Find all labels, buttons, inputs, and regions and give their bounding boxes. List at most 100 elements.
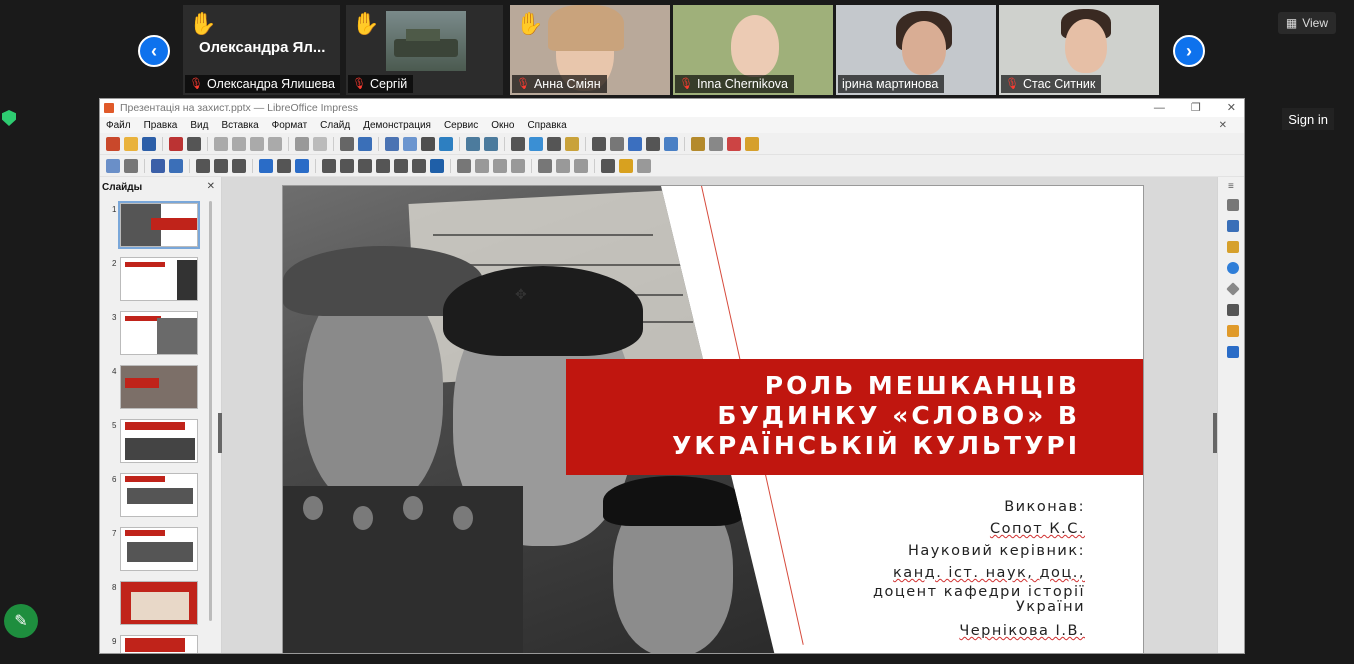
- toggle-extrusion-icon[interactable]: [637, 158, 651, 173]
- select-icon[interactable]: [106, 158, 120, 173]
- master-slides-icon[interactable]: [1227, 304, 1239, 316]
- shapes-icon[interactable]: [1226, 282, 1240, 296]
- sidebar-menu-icon[interactable]: ≡: [1228, 181, 1234, 192]
- distribute-icon[interactable]: [511, 158, 525, 173]
- slide-transition-icon[interactable]: [1227, 346, 1239, 358]
- sign-in-button[interactable]: Sign in: [1282, 108, 1334, 130]
- shadow-icon[interactable]: [538, 158, 552, 173]
- slide-thumbnail[interactable]: 1: [106, 201, 200, 249]
- basic-shapes-icon[interactable]: [322, 158, 336, 173]
- slide-layout-icon[interactable]: [745, 136, 759, 151]
- slide-thumbnail[interactable]: 2: [106, 257, 198, 303]
- fontwork-icon[interactable]: [628, 136, 642, 151]
- navigator-icon[interactable]: [1227, 262, 1239, 274]
- author-info-textbox[interactable]: Виконав: Сопот К.С. Науковий керівник: к…: [873, 496, 1085, 642]
- next-page-button[interactable]: ›: [1173, 35, 1205, 67]
- menu-tools[interactable]: Сервис: [444, 120, 478, 131]
- clone-formatting-icon[interactable]: [268, 136, 282, 151]
- special-character-icon[interactable]: [610, 136, 624, 151]
- close-document-icon[interactable]: ✕: [1219, 120, 1227, 131]
- new-icon[interactable]: [106, 136, 120, 151]
- start-current-slide-icon[interactable]: [484, 136, 498, 151]
- slide-thumbnail[interactable]: 9: [106, 635, 198, 653]
- crop-icon[interactable]: [556, 158, 570, 173]
- participant-tile[interactable]: 🎙︎ Inna Chernikova: [673, 5, 833, 95]
- maximize-icon[interactable]: ❐: [1191, 99, 1201, 117]
- export-pdf-icon[interactable]: [169, 136, 183, 151]
- media-icon[interactable]: [547, 136, 561, 151]
- align-icon[interactable]: [475, 158, 489, 173]
- save-icon[interactable]: [142, 136, 156, 151]
- show-draw-functions-icon[interactable]: [664, 136, 678, 151]
- duplicate-slide-icon[interactable]: [709, 136, 723, 151]
- image-icon[interactable]: [529, 136, 543, 151]
- fill-color-icon[interactable]: [169, 158, 183, 173]
- previous-page-button[interactable]: ‹: [138, 35, 170, 67]
- grid-display-icon[interactable]: [385, 136, 399, 151]
- print-icon[interactable]: [187, 136, 201, 151]
- properties-icon[interactable]: [1227, 199, 1239, 211]
- master-slide-icon[interactable]: [439, 136, 453, 151]
- gallery-icon[interactable]: [1227, 241, 1239, 253]
- block-arrows-icon[interactable]: [358, 158, 372, 173]
- helplines-icon[interactable]: [403, 136, 417, 151]
- line-color-icon[interactable]: [151, 158, 165, 173]
- rectangle-icon[interactable]: [214, 158, 228, 173]
- find-replace-icon[interactable]: [340, 136, 354, 151]
- new-slide-icon[interactable]: [691, 136, 705, 151]
- filter-icon[interactable]: [574, 158, 588, 173]
- participant-tile[interactable]: ✋ Олександра Ял... 🎙︎ Олександра Ялишева: [183, 5, 340, 95]
- glue-points-icon[interactable]: [619, 158, 633, 173]
- textbox-icon[interactable]: [592, 136, 606, 151]
- minimize-icon[interactable]: —: [1154, 99, 1165, 117]
- line-icon[interactable]: [196, 158, 210, 173]
- menu-slide[interactable]: Слайд: [320, 120, 350, 131]
- slide-thumbnail[interactable]: 5: [106, 419, 198, 465]
- hyperlink-icon[interactable]: [646, 136, 660, 151]
- menu-slideshow[interactable]: Демонстрация: [363, 120, 431, 131]
- rotate-icon[interactable]: [457, 158, 471, 173]
- slide-thumbnail[interactable]: 4: [106, 365, 198, 411]
- display-views-icon[interactable]: [421, 136, 435, 151]
- participant-tile[interactable]: ✋ 🎙︎ Анна Сміян: [510, 5, 670, 95]
- curves-icon[interactable]: [277, 158, 291, 173]
- close-pane-icon[interactable]: ✕: [207, 181, 215, 192]
- slide-1[interactable]: ✥ РОЛЬ МЕШКАНЦІВ БУДИНКУ «СЛОВО» В УКРАЇ…: [282, 185, 1144, 653]
- slides-scrollbar[interactable]: [209, 201, 212, 621]
- animation-icon[interactable]: [1227, 325, 1239, 337]
- menu-insert[interactable]: Вставка: [221, 120, 258, 131]
- annotate-pen-icon[interactable]: ✎: [4, 604, 38, 638]
- open-icon[interactable]: [124, 136, 138, 151]
- paste-icon[interactable]: [250, 136, 264, 151]
- flowchart-icon[interactable]: [376, 158, 390, 173]
- view-button[interactable]: ▦ View: [1277, 12, 1336, 34]
- participant-tile[interactable]: ✋ 🎙︎ Сергій: [346, 5, 503, 95]
- chart-icon[interactable]: [565, 136, 579, 151]
- undo-icon[interactable]: [295, 136, 309, 151]
- slide-thumbnail[interactable]: 6: [106, 473, 198, 519]
- delete-slide-icon[interactable]: [727, 136, 741, 151]
- zoom-pan-icon[interactable]: [124, 158, 138, 173]
- 3d-objects-icon[interactable]: [430, 158, 444, 173]
- arrange-icon[interactable]: [493, 158, 507, 173]
- points-icon[interactable]: [601, 158, 615, 173]
- slide-thumbnail[interactable]: 8: [106, 581, 198, 627]
- ellipse-icon[interactable]: [232, 158, 246, 173]
- menu-help[interactable]: Справка: [527, 120, 566, 131]
- slide-thumbnail[interactable]: 7: [106, 527, 198, 573]
- callouts-icon[interactable]: [394, 158, 408, 173]
- menu-format[interactable]: Формат: [272, 120, 308, 131]
- menu-view[interactable]: Вид: [190, 120, 208, 131]
- redo-icon[interactable]: [313, 136, 327, 151]
- copy-icon[interactable]: [232, 136, 246, 151]
- connectors-icon[interactable]: [295, 158, 309, 173]
- slide-title-box[interactable]: РОЛЬ МЕШКАНЦІВ БУДИНКУ «СЛОВО» В УКРАЇНС…: [566, 359, 1143, 475]
- slide-thumbnail[interactable]: 3: [106, 311, 198, 357]
- menu-file[interactable]: Файл: [106, 120, 131, 131]
- participant-tile[interactable]: 🎙︎ Стас Ситник: [999, 5, 1159, 95]
- cut-icon[interactable]: [214, 136, 228, 151]
- start-first-slide-icon[interactable]: [466, 136, 480, 151]
- table-icon[interactable]: [511, 136, 525, 151]
- menu-edit[interactable]: Правка: [144, 120, 178, 131]
- menu-window[interactable]: Окно: [491, 120, 514, 131]
